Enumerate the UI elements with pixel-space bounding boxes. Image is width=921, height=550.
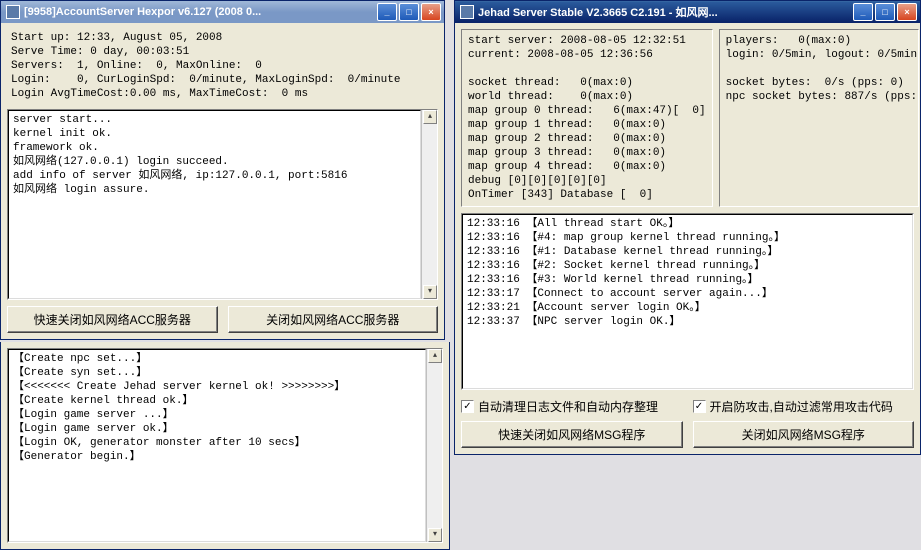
log-text: server start... kernel init ok. framewor… (8, 110, 421, 299)
stats-left-text: start server: 2008-08-05 12:32:51 curren… (468, 34, 706, 202)
maximize-button[interactable]: □ (399, 3, 419, 21)
stats-right-panel: players: 0(max:0) login: 0/5min, logout:… (719, 29, 919, 207)
minimize-button[interactable]: _ (377, 3, 397, 21)
quick-close-msg-button[interactable]: 快速关闭如风网络MSG程序 (461, 421, 683, 448)
log-panel: 12:33:16 【All thread start OK。】 12:33:16… (461, 213, 914, 390)
checkbox-icon: ✓ (461, 400, 474, 413)
checkbox-label: 开启防攻击,自动过滤常用攻击代码 (710, 398, 893, 415)
checkbox-icon: ✓ (693, 400, 706, 413)
auto-cleanup-checkbox[interactable]: ✓ 自动清理日志文件和自动内存整理 (461, 398, 683, 415)
scroll-down-icon[interactable]: ▾ (428, 528, 442, 542)
maximize-button[interactable]: □ (875, 3, 895, 21)
anti-attack-checkbox[interactable]: ✓ 开启防攻击,自动过滤常用攻击代码 (693, 398, 915, 415)
scroll-down-icon[interactable]: ▾ (423, 285, 437, 299)
checkbox-label: 自动清理日志文件和自动内存整理 (478, 398, 658, 415)
log-text: 【Create npc set...】 【Create syn set...】 … (8, 349, 426, 542)
scrollbar[interactable]: ▴ ▾ (426, 349, 442, 542)
account-server-window: [9958]AccountServer Hexpor v6.127 (2008 … (0, 0, 445, 340)
close-msg-button[interactable]: 关闭如风网络MSG程序 (693, 421, 915, 448)
app-icon (460, 5, 474, 19)
stats-right-text: players: 0(max:0) login: 0/5min, logout:… (726, 34, 912, 104)
stats-text: Start up: 12:33, August 05, 2008 Serve T… (7, 29, 438, 103)
window-title: [9958]AccountServer Hexpor v6.127 (2008 … (24, 6, 377, 18)
quick-close-acc-button[interactable]: 快速关闭如风网络ACC服务器 (7, 306, 218, 333)
app-icon (6, 5, 20, 19)
close-button[interactable]: × (897, 3, 917, 21)
jehad-server-window: Jehad Server Stable V2.3665 C2.191 - 如风网… (454, 0, 921, 455)
log-text: 12:33:16 【All thread start OK。】 12:33:16… (462, 214, 913, 389)
stats-left-panel: start server: 2008-08-05 12:32:51 curren… (461, 29, 713, 207)
scroll-up-icon[interactable]: ▴ (423, 110, 437, 124)
close-acc-button[interactable]: 关闭如风网络ACC服务器 (228, 306, 439, 333)
log-panel: 【Create npc set...】 【Create syn set...】 … (7, 348, 443, 543)
window-title: Jehad Server Stable V2.3665 C2.191 - 如风网… (478, 4, 853, 20)
log-panel: server start... kernel init ok. framewor… (7, 109, 438, 300)
scroll-up-icon[interactable]: ▴ (428, 349, 442, 363)
scrollbar[interactable]: ▴ ▾ (421, 110, 437, 299)
minimize-button[interactable]: _ (853, 3, 873, 21)
titlebar[interactable]: [9958]AccountServer Hexpor v6.127 (2008 … (1, 1, 444, 23)
npc-log-window: 【Create npc set...】 【Create syn set...】 … (0, 342, 450, 550)
close-button[interactable]: × (421, 3, 441, 21)
titlebar[interactable]: Jehad Server Stable V2.3665 C2.191 - 如风网… (455, 1, 920, 23)
